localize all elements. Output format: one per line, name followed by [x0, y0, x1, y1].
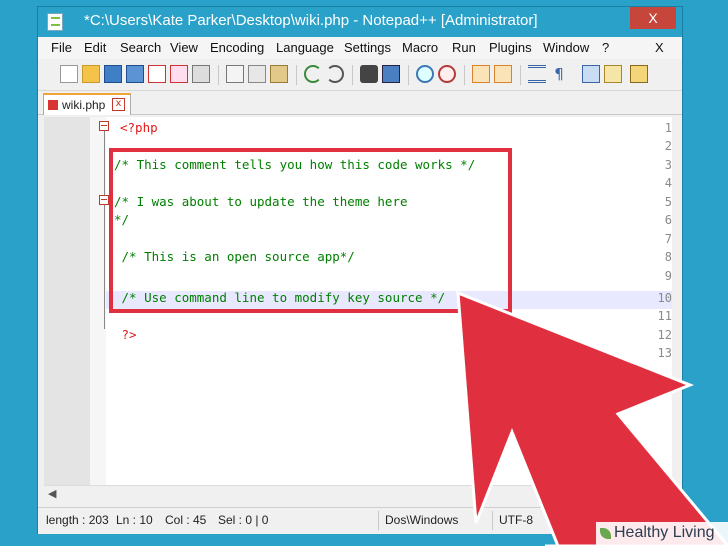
line-number: 3 — [664, 158, 672, 172]
zoom-out-icon[interactable] — [438, 65, 456, 83]
zoom-in-icon[interactable] — [416, 65, 434, 83]
line-number: 1 — [664, 121, 672, 135]
menu-encoding[interactable]: Encoding — [210, 40, 264, 55]
line-number: 6 — [664, 213, 672, 227]
wrap-icon[interactable] — [528, 65, 546, 83]
menu-settings[interactable]: Settings — [344, 40, 391, 55]
tab-bar: wiki.php x — [38, 91, 682, 115]
menu-view[interactable]: View — [170, 40, 198, 55]
doc-map-icon[interactable] — [604, 65, 622, 83]
annotation-highlight-box — [109, 148, 512, 313]
status-line: Ln : 10 — [116, 513, 153, 527]
menu-bar: File Edit Search View Encoding Language … — [38, 37, 682, 59]
status-eol: Dos\Windows — [385, 513, 459, 527]
menu-close-doc[interactable]: X — [655, 40, 664, 55]
line-number-gutter — [44, 117, 90, 485]
line-number: 7 — [664, 232, 672, 246]
window-close-button[interactable]: X — [630, 7, 676, 29]
find-icon[interactable] — [360, 65, 378, 83]
undo-icon[interactable] — [304, 65, 322, 83]
notepad-window: *C:\Users\Kate Parker\Desktop\wiki.php -… — [37, 6, 683, 534]
line-number: 12 — [657, 328, 672, 342]
notepad-app-icon — [47, 13, 63, 31]
sync-h-icon[interactable] — [494, 65, 512, 83]
tab-wiki-php[interactable]: wiki.php x — [43, 93, 131, 115]
fold-toggle-icon[interactable] — [99, 195, 109, 205]
menu-language[interactable]: Language — [276, 40, 334, 55]
scroll-left-icon[interactable]: ◀ — [48, 487, 56, 500]
title-bar[interactable]: *C:\Users\Kate Parker\Desktop\wiki.php -… — [38, 7, 682, 37]
line-number: 2 — [664, 139, 672, 153]
menu-plugins[interactable]: Plugins — [489, 40, 532, 55]
line-number: 13 — [657, 346, 672, 360]
status-length: length : 203 — [46, 513, 109, 527]
function-list-icon[interactable] — [630, 65, 648, 83]
line-number: 10 — [657, 291, 672, 305]
copy-icon[interactable] — [248, 65, 266, 83]
leaf-icon — [600, 528, 611, 539]
toolbar: ¶ — [38, 59, 682, 91]
open-folder-icon[interactable] — [82, 65, 100, 83]
all-chars-icon[interactable]: ¶ — [550, 65, 568, 83]
status-bar: length : 203 Ln : 10 Col : 45 Sel : 0 | … — [38, 507, 682, 534]
fold-line — [104, 131, 105, 329]
save-icon[interactable] — [104, 65, 122, 83]
tab-label: wiki.php — [62, 98, 106, 112]
menu-macro[interactable]: Macro — [402, 40, 438, 55]
line-number: 11 — [657, 309, 672, 323]
tab-close-icon[interactable]: x — [112, 98, 125, 111]
code-editor[interactable]: 1 2 3 4 5 6 7 8 9 10 11 12 13 <?php /* T… — [44, 117, 672, 485]
horizontal-scrollbar[interactable]: ◀ — [44, 485, 672, 503]
line-number: 4 — [664, 176, 672, 190]
status-encoding: UTF-8 — [499, 513, 533, 527]
sync-v-icon[interactable] — [472, 65, 490, 83]
status-mode: OM — [567, 513, 587, 527]
new-file-icon[interactable] — [60, 65, 78, 83]
save-all-icon[interactable] — [126, 65, 144, 83]
print-icon[interactable] — [192, 65, 210, 83]
code-line: ?> — [114, 327, 137, 342]
status-selection: Sel : 0 | 0 — [218, 513, 269, 527]
menu-search[interactable]: Search — [120, 40, 161, 55]
cut-icon[interactable] — [226, 65, 244, 83]
close-icon[interactable] — [148, 65, 166, 83]
menu-window[interactable]: Window — [543, 40, 589, 55]
close-all-icon[interactable] — [170, 65, 188, 83]
menu-help[interactable]: ? — [602, 40, 609, 55]
replace-icon[interactable] — [382, 65, 400, 83]
line-number: 9 — [664, 269, 672, 283]
menu-edit[interactable]: Edit — [84, 40, 106, 55]
status-column: Col : 45 — [165, 513, 207, 527]
fold-toggle-icon[interactable] — [99, 121, 109, 131]
line-number: 5 — [664, 195, 672, 209]
unsaved-file-icon — [48, 100, 58, 110]
redo-icon[interactable] — [326, 65, 344, 83]
menu-file[interactable]: File — [51, 40, 72, 55]
line-number: 8 — [664, 250, 672, 264]
indent-guide-icon[interactable] — [582, 65, 600, 83]
watermark-text: Healthy Living — [614, 524, 715, 541]
code-line: <?php — [120, 120, 158, 135]
watermark: Healthy Living — [596, 522, 728, 546]
menu-run[interactable]: Run — [452, 40, 476, 55]
paste-icon[interactable] — [270, 65, 288, 83]
window-title: *C:\Users\Kate Parker\Desktop\wiki.php -… — [84, 12, 538, 29]
